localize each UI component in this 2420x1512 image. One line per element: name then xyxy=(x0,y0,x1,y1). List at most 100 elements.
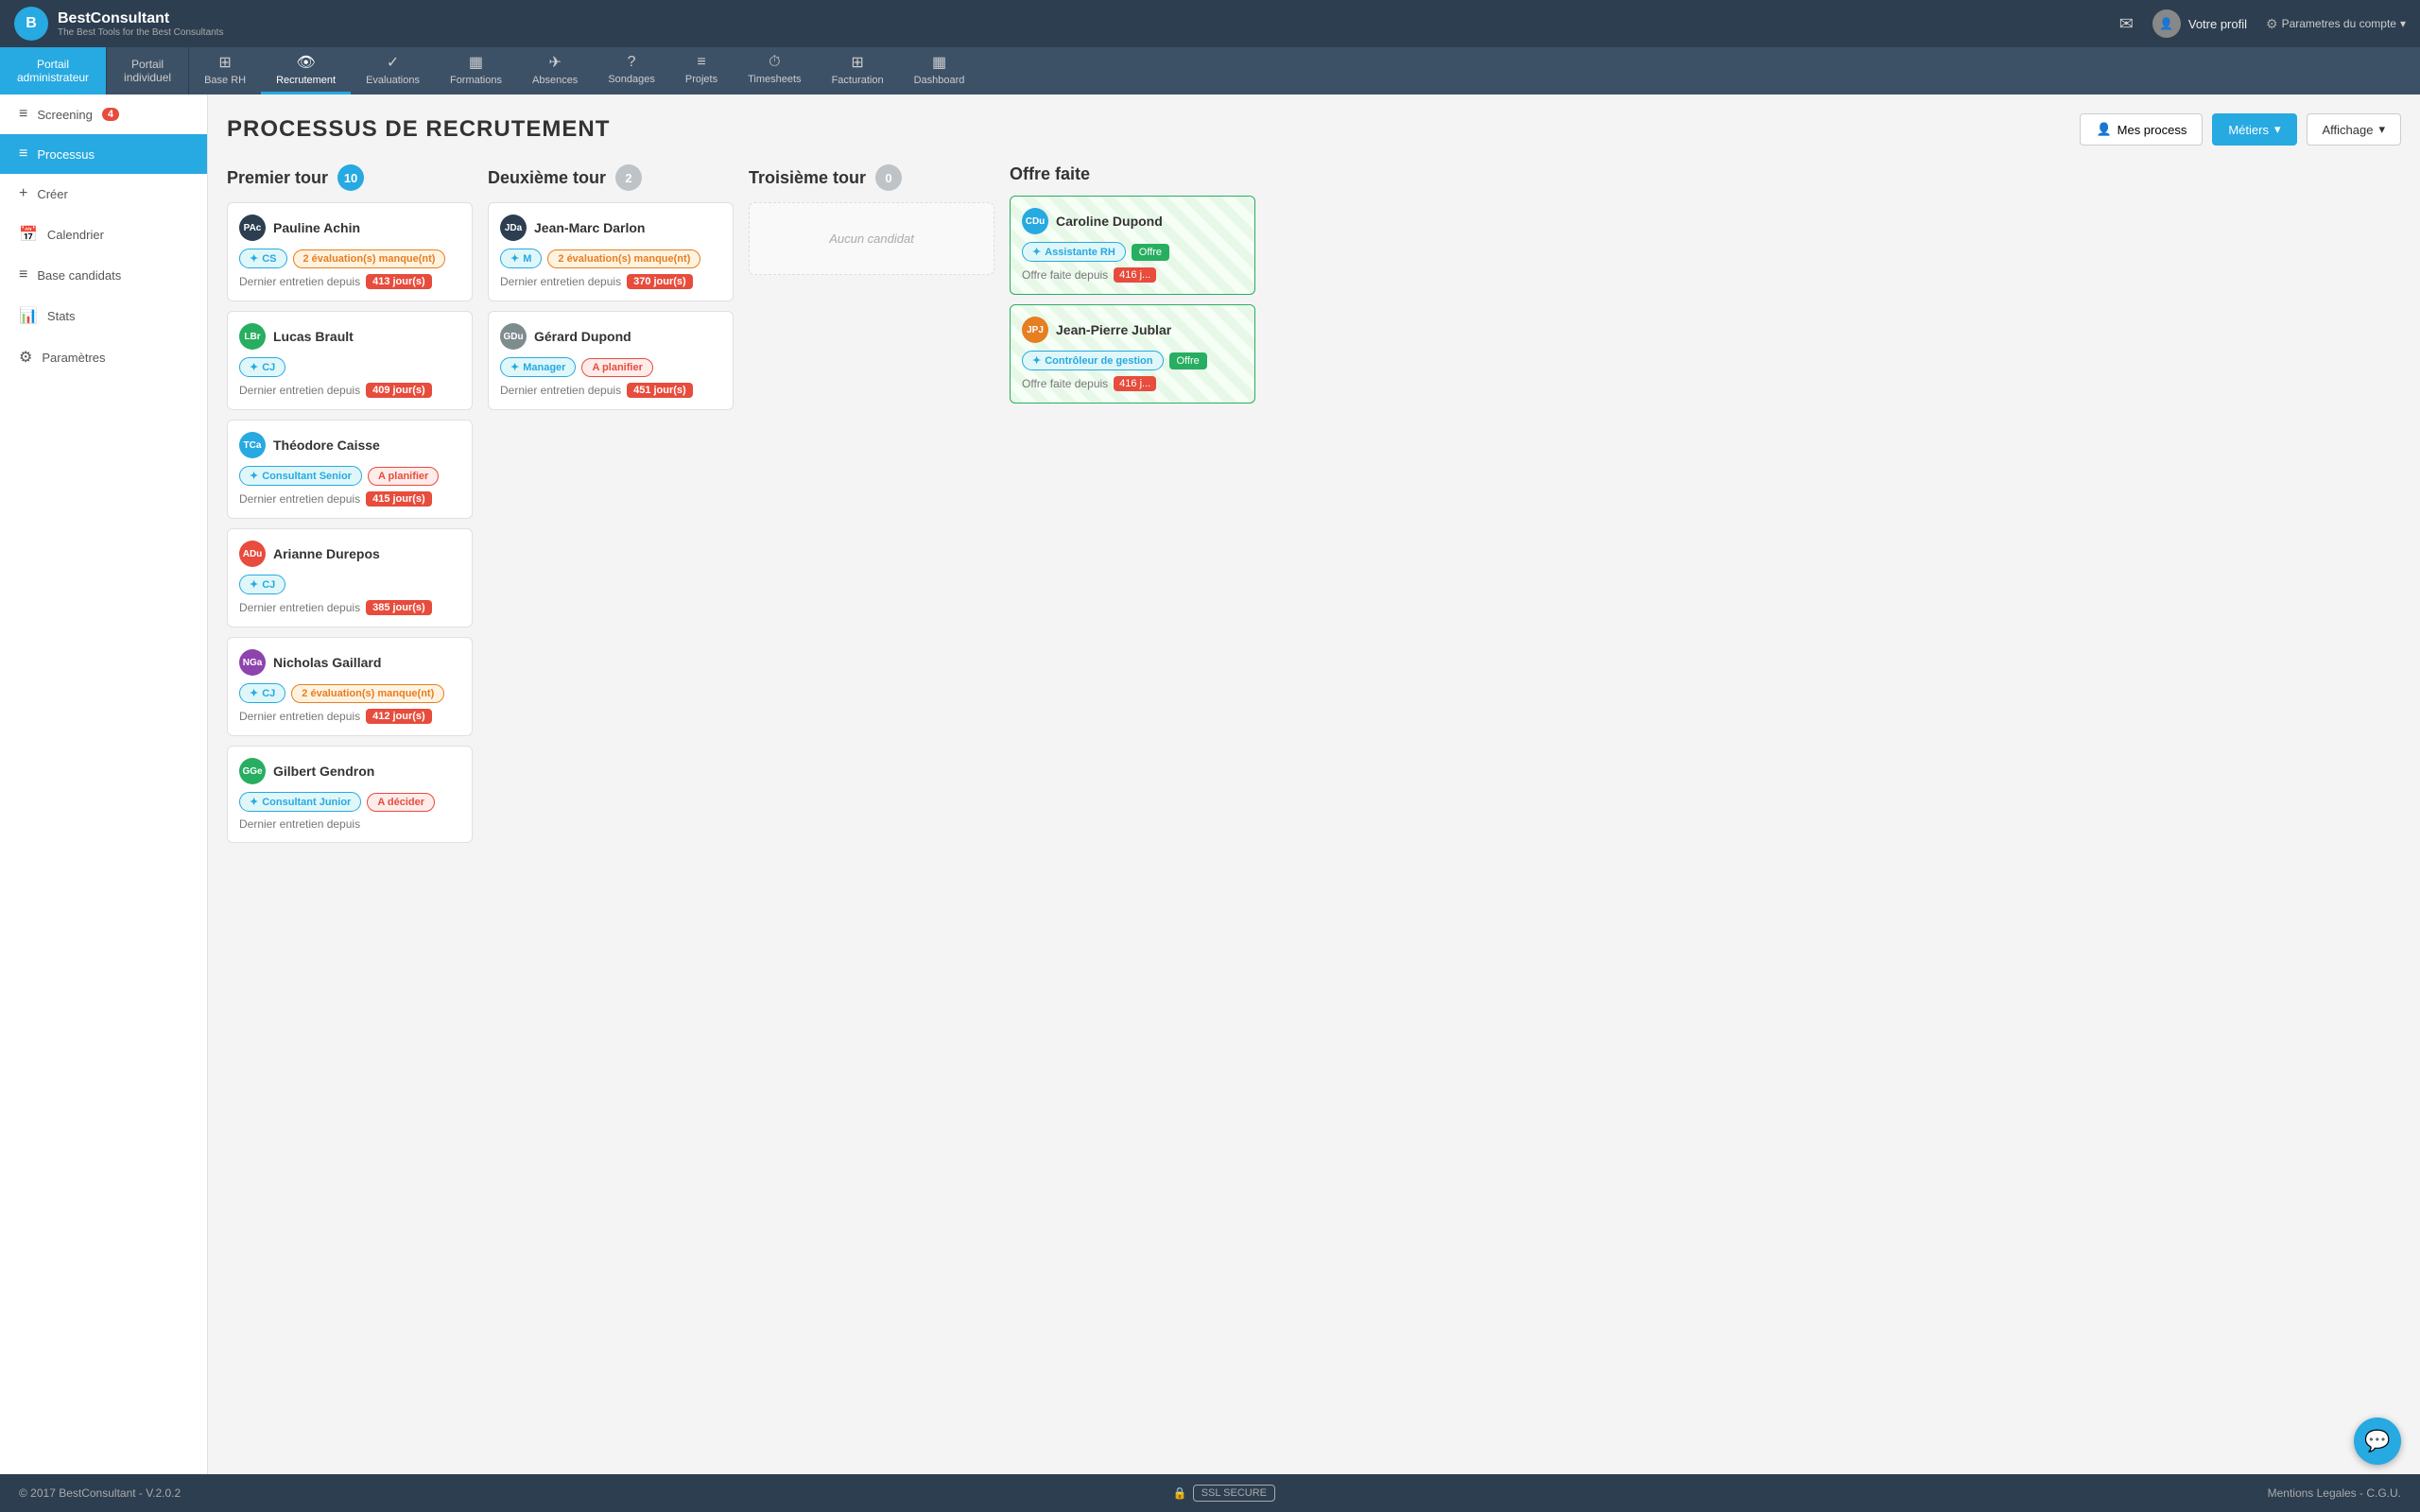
nav-tabs-bar: Portailadministrateur Portailindividuel … xyxy=(0,47,2420,94)
sidebar-item-base-candidats[interactable]: ≡ Base candidats xyxy=(0,255,207,295)
portal-admin-tab[interactable]: Portailadministrateur xyxy=(0,47,107,94)
entretien-row: Dernier entretien depuis 409 jour(s) xyxy=(239,383,460,398)
facturation-icon: ⊞ xyxy=(851,53,863,72)
nav-sondages[interactable]: ? Sondages xyxy=(593,47,670,94)
nav-evaluations-label: Evaluations xyxy=(366,75,420,86)
nav-base-rh-label: Base RH xyxy=(204,75,246,86)
entretien-label: Dernier entretien depuis xyxy=(239,710,360,723)
card-jean-marc-darlon[interactable]: JDa Jean-Marc Darlon ✦ M 2 évaluation(s)… xyxy=(488,202,734,301)
card-name: LBr Lucas Brault xyxy=(239,323,460,350)
col-troisieme-tour-title: Troisième tour xyxy=(749,168,866,188)
creer-icon: + xyxy=(19,185,27,202)
eval-tag: 2 évaluation(s) manque(nt) xyxy=(547,249,700,268)
entretien-row: Dernier entretien depuis 385 jour(s) xyxy=(239,600,460,615)
card-gilbert-gendron[interactable]: GGe Gilbert Gendron ✦ Consultant Junior … xyxy=(227,746,473,843)
ssl-badge: SSL SECURE xyxy=(1193,1485,1275,1502)
card-jean-pierre-jublar[interactable]: JPJ Jean-Pierre Jublar ✦ Contrôleur de g… xyxy=(1010,304,1255,404)
role-tag: ✦ Manager xyxy=(500,357,576,377)
card-arianne-durepos[interactable]: ADu Arianne Durepos ✦ CJ Dernier entreti… xyxy=(227,528,473,627)
screening-icon: ≡ xyxy=(19,106,27,123)
candidate-name: Pauline Achin xyxy=(273,220,360,235)
chat-button[interactable]: 💬 xyxy=(2354,1418,2401,1465)
card-gerard-dupond[interactable]: GDu Gérard Dupond ✦ Manager A planifier … xyxy=(488,311,734,410)
entretien-label: Dernier entretien depuis xyxy=(500,384,621,397)
sidebar-item-processus[interactable]: ≡ Processus xyxy=(0,134,207,174)
candidate-name: Lucas Brault xyxy=(273,329,354,344)
card-name: TCa Théodore Caisse xyxy=(239,432,460,458)
col-deuxieme-tour: Deuxième tour 2 JDa Jean-Marc Darlon ✦ M… xyxy=(488,164,734,420)
nav-formations[interactable]: ▦ Formations xyxy=(435,47,517,94)
entretien-row: Dernier entretien depuis 451 jour(s) xyxy=(500,383,721,398)
screening-badge: 4 xyxy=(102,108,119,121)
nav-dashboard[interactable]: ▦ Dashboard xyxy=(899,47,980,94)
col-deuxieme-tour-count: 2 xyxy=(615,164,642,191)
sidebar-item-creer[interactable]: + Créer xyxy=(0,174,207,214)
nav-base-rh[interactable]: ⊞ Base RH xyxy=(189,47,261,94)
avatar: PAc xyxy=(239,215,266,241)
entretien-label: Dernier entretien depuis xyxy=(239,492,360,506)
kanban-board: Premier tour 10 PAc Pauline Achin ✦ CS 2… xyxy=(227,164,2401,852)
card-theodore-caisse[interactable]: TCa Théodore Caisse ✦ Consultant Senior … xyxy=(227,420,473,519)
card-name: CDu Caroline Dupond xyxy=(1022,208,1243,234)
main-layout: ≡ Screening 4 ≡ Processus + Créer 📅 Cale… xyxy=(0,94,2420,1474)
nav-absences[interactable]: ✈ Absences xyxy=(517,47,593,94)
portal-indiv-tab[interactable]: Portailindividuel xyxy=(107,47,189,94)
affichage-button[interactable]: Affichage ▾ xyxy=(2307,113,2402,146)
sidebar-parametres-label: Paramètres xyxy=(42,351,105,365)
portal-tabs: Portailadministrateur Portailindividuel xyxy=(0,47,189,94)
tag-icon: ✦ xyxy=(1032,354,1041,367)
col-premier-tour-header: Premier tour 10 xyxy=(227,164,473,191)
nav-facturation[interactable]: ⊞ Facturation xyxy=(817,47,899,94)
base-candidats-icon: ≡ xyxy=(19,266,27,284)
eval-tag: 2 évaluation(s) manque(nt) xyxy=(293,249,446,268)
entretien-label: Dernier entretien depuis xyxy=(239,817,360,831)
avatar: LBr xyxy=(239,323,266,350)
page-actions: 👤 Mes process Métiers ▾ Affichage ▾ xyxy=(2080,113,2401,146)
sidebar-item-parametres[interactable]: ⚙ Paramètres xyxy=(0,336,207,378)
candidate-name: Théodore Caisse xyxy=(273,438,380,453)
sidebar-item-screening[interactable]: ≡ Screening 4 xyxy=(0,94,207,134)
mes-process-button[interactable]: 👤 Mes process xyxy=(2080,113,2203,146)
portal-admin-label: Portailadministrateur xyxy=(17,58,89,84)
nav-projets[interactable]: ≡ Projets xyxy=(670,47,733,94)
avatar: ADu xyxy=(239,541,266,567)
settings-link[interactable]: ⚙ Parametres du compte ▾ xyxy=(2266,16,2406,32)
col-troisieme-tour: Troisième tour 0 Aucun candidat xyxy=(749,164,994,275)
stats-icon: 📊 xyxy=(19,306,38,325)
processus-icon: ≡ xyxy=(19,146,27,163)
sidebar-item-stats[interactable]: 📊 Stats xyxy=(0,295,207,336)
profile-area[interactable]: 👤 Votre profil xyxy=(2152,9,2247,38)
brand-name: BestConsultant xyxy=(58,10,223,27)
nav-timesheets[interactable]: ⏱ Timesheets xyxy=(733,47,816,94)
avatar: CDu xyxy=(1022,208,1048,234)
sidebar-item-calendrier[interactable]: 📅 Calendrier xyxy=(0,214,207,255)
entretien-label: Dernier entretien depuis xyxy=(500,275,621,288)
sidebar-stats-label: Stats xyxy=(47,309,76,323)
sidebar-screening-label: Screening xyxy=(37,108,93,122)
offre-label: Offre faite depuis xyxy=(1022,377,1108,390)
nav-recrutement[interactable]: 👁 Recrutement xyxy=(261,47,351,94)
sidebar-processus-label: Processus xyxy=(37,147,95,162)
tag-icon: ✦ xyxy=(510,252,519,265)
nav-evaluations[interactable]: ✓ Evaluations xyxy=(351,47,435,94)
role-tag: ✦ CJ xyxy=(239,683,285,703)
card-caroline-dupond[interactable]: CDu Caroline Dupond ✦ Assistante RH Offr… xyxy=(1010,196,1255,295)
logo-text: BestConsultant The Best Tools for the Be… xyxy=(58,10,223,38)
offre-days: 416 j... xyxy=(1114,267,1156,283)
metiers-label: Métiers xyxy=(2228,123,2269,137)
card-tags: ✦ Consultant Senior A planifier xyxy=(239,466,460,486)
mail-icon[interactable]: ✉ xyxy=(2119,14,2134,34)
candidate-name: Gilbert Gendron xyxy=(273,764,374,779)
days-badge: 413 jour(s) xyxy=(366,274,432,289)
nav-formations-label: Formations xyxy=(450,75,502,86)
nav-dashboard-label: Dashboard xyxy=(914,75,965,86)
footer-ssl: 🔒 SSL SECURE xyxy=(1173,1485,1275,1502)
metiers-button[interactable]: Métiers ▾ xyxy=(2212,113,2296,146)
nav-absences-label: Absences xyxy=(532,75,578,86)
card-nicholas-gaillard[interactable]: NGa Nicholas Gaillard ✦ CJ 2 évaluation(… xyxy=(227,637,473,736)
role-tag: ✦ Contrôleur de gestion xyxy=(1022,351,1164,370)
card-lucas-brault[interactable]: LBr Lucas Brault ✦ CJ Dernier entretien … xyxy=(227,311,473,410)
evaluations-icon: ✓ xyxy=(387,53,399,72)
card-name: JDa Jean-Marc Darlon xyxy=(500,215,721,241)
card-pauline-achin[interactable]: PAc Pauline Achin ✦ CS 2 évaluation(s) m… xyxy=(227,202,473,301)
